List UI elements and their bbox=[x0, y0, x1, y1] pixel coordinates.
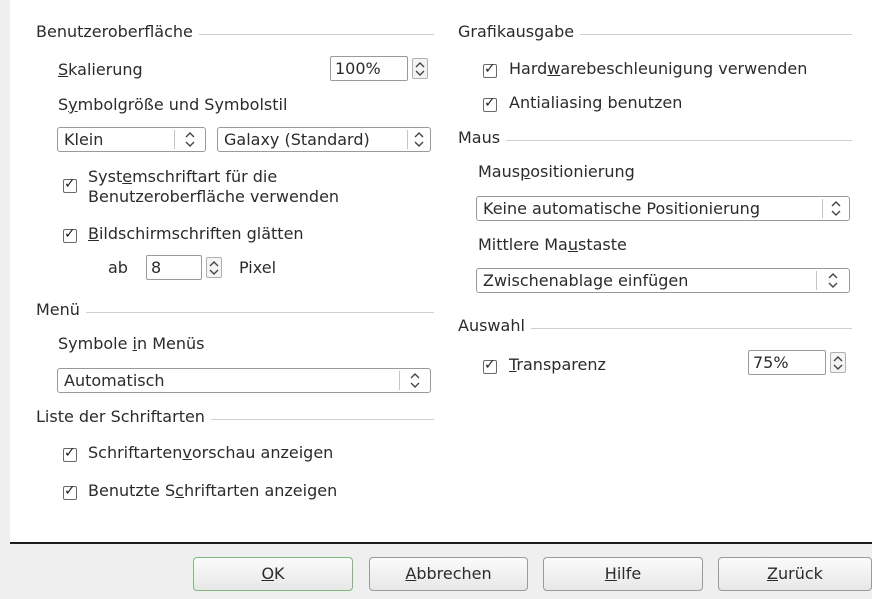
used-fonts-label: Benutzte Schriftarten anzeigen bbox=[88, 481, 338, 500]
middle-button-arrow bbox=[816, 271, 849, 290]
group-divider bbox=[36, 312, 434, 313]
ok-button[interactable]: OK bbox=[193, 557, 353, 591]
mouse-position-label: Mauspositionierung bbox=[478, 162, 635, 181]
chevron-up-icon bbox=[828, 273, 838, 279]
group-title-benutzeroberflaeche: Benutzeroberfläche bbox=[36, 22, 199, 41]
chevron-down-icon bbox=[828, 282, 838, 288]
transparency-checkbox[interactable] bbox=[483, 357, 497, 374]
smoothing-checkbox[interactable] bbox=[63, 226, 77, 243]
chevron-down-icon bbox=[831, 210, 841, 216]
chevron-up-icon bbox=[410, 373, 420, 379]
chevron-up-icon bbox=[185, 132, 195, 138]
menu-symbols-select[interactable]: Automatisch bbox=[57, 368, 431, 393]
symbol-label: Symbolgröße und Symbolstil bbox=[58, 95, 288, 114]
group-title-grafik: Grafikausgabe bbox=[458, 22, 581, 41]
hw-accel-label: Hardwarebeschleunigung verwenden bbox=[509, 59, 808, 78]
smoothing-spin-buttons[interactable] bbox=[206, 257, 222, 278]
symbol-style-arrow bbox=[407, 130, 430, 149]
symbol-size-select[interactable]: Klein bbox=[57, 127, 206, 152]
group-title-maus: Maus bbox=[458, 128, 507, 147]
chevron-down-icon bbox=[185, 141, 195, 147]
back-button[interactable]: Zurück bbox=[718, 557, 872, 591]
menu-symbols-arrow bbox=[399, 371, 430, 390]
font-preview-label: Schriftartenvorschau anzeigen bbox=[88, 443, 334, 462]
symbol-style-select[interactable]: Galaxy (Standard) bbox=[217, 127, 431, 152]
group-title-auswahl: Auswahl bbox=[458, 316, 531, 335]
transparency-field[interactable]: 75% bbox=[748, 350, 826, 375]
skalierung-field[interactable]: 100% bbox=[330, 56, 408, 81]
spin-down-icon bbox=[415, 70, 425, 76]
skalierung-spinbox[interactable]: 100% bbox=[330, 56, 430, 81]
antialiasing-label: Antialiasing benutzen bbox=[509, 93, 683, 112]
dialog-separator bbox=[10, 542, 872, 544]
symbol-size-arrow bbox=[174, 130, 205, 149]
ab-label: ab bbox=[108, 258, 128, 277]
font-preview-checkbox[interactable] bbox=[63, 445, 77, 462]
hw-accel-checkbox[interactable] bbox=[483, 61, 497, 78]
mouse-position-arrow bbox=[822, 199, 849, 218]
smoothing-size-spinbox[interactable]: 8 bbox=[146, 255, 228, 280]
chevron-down-icon bbox=[414, 141, 424, 147]
chevron-up-icon bbox=[831, 201, 841, 207]
chevron-up-icon bbox=[414, 132, 424, 138]
spin-up-icon bbox=[415, 62, 425, 68]
transparency-label: Transparenz bbox=[509, 355, 606, 374]
used-fonts-checkbox[interactable] bbox=[63, 483, 77, 500]
transparency-spin-buttons[interactable] bbox=[830, 352, 846, 373]
mouse-position-select[interactable]: Keine automatische Positionierung bbox=[476, 196, 850, 221]
group-divider bbox=[458, 140, 852, 141]
systemfont-checkbox[interactable] bbox=[63, 176, 77, 193]
pixel-label: Pixel bbox=[239, 258, 277, 277]
spin-down-icon bbox=[209, 269, 219, 275]
chevron-down-icon bbox=[410, 382, 420, 388]
skalierung-spin-buttons[interactable] bbox=[412, 58, 428, 79]
cancel-button[interactable]: Abbrechen bbox=[369, 557, 528, 591]
skalierung-label: Skalierung bbox=[58, 60, 143, 79]
group-title-menu: Menü bbox=[36, 300, 86, 319]
menu-symbols-label: Symbole in Menüs bbox=[58, 334, 205, 353]
transparency-spinbox[interactable]: 75% bbox=[748, 350, 848, 375]
antialiasing-checkbox[interactable] bbox=[483, 95, 497, 112]
middle-button-select[interactable]: Zwischenablage einfügen bbox=[476, 268, 850, 293]
smoothing-label: Bildschirmschriften glätten bbox=[88, 224, 304, 243]
smoothing-size-field[interactable]: 8 bbox=[146, 255, 202, 280]
spin-down-icon bbox=[833, 364, 843, 370]
systemfont-label: Systemschriftart für die Benutzeroberfläc… bbox=[88, 167, 340, 206]
spin-up-icon bbox=[209, 261, 219, 267]
group-title-fontlist: Liste der Schriftarten bbox=[36, 407, 211, 426]
help-button[interactable]: Hilfe bbox=[543, 557, 703, 591]
spin-up-icon bbox=[833, 356, 843, 362]
middle-button-label: Mittlere Maustaste bbox=[478, 235, 627, 254]
